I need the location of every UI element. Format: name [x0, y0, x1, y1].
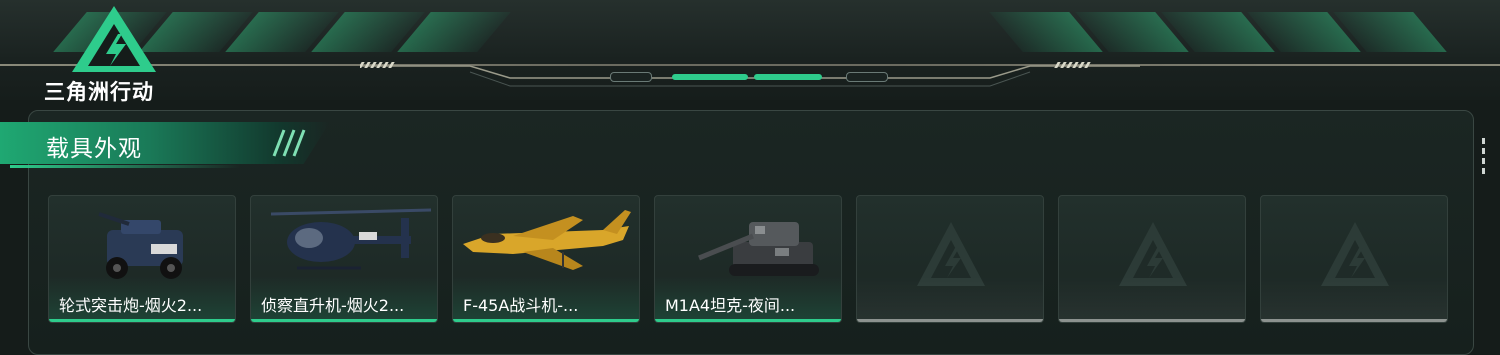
vehicle-name: F-45A战斗机-...: [463, 296, 579, 315]
equipped-indicator: [655, 319, 841, 322]
page-indicator: [610, 72, 910, 82]
empty-slot-indicator: [857, 319, 1043, 322]
empty-vehicle-slot-3[interactable]: [1260, 195, 1448, 323]
empty-vehicle-slot-2[interactable]: [1058, 195, 1246, 323]
game-logo: 三角洲行动: [44, 4, 184, 104]
scroll-indicator[interactable]: [1482, 138, 1486, 178]
vehicle-name: M1A4坦克-夜间...: [665, 296, 796, 315]
vehicle-card-2[interactable]: 侦察直升机-烟火2...: [250, 195, 438, 323]
vehicle-card-4[interactable]: M1A4坦克-夜间...: [654, 195, 842, 323]
right-stripes-decoration: [989, 12, 1447, 52]
top-banner: [0, 0, 1500, 100]
section-underline: [10, 165, 240, 168]
vehicle-name: 轮式突击炮-烟火2...: [59, 296, 203, 315]
empty-slot-indicator: [1059, 319, 1245, 322]
vehicle-card-3[interactable]: F-45A战斗机-...: [452, 195, 640, 323]
vehicle-name: 侦察直升机-烟火2...: [261, 296, 405, 315]
slash-decoration-icon: [272, 129, 306, 157]
vehicle-card-1[interactable]: 轮式突击炮-烟火2...: [48, 195, 236, 323]
empty-vehicle-slot-1[interactable]: [856, 195, 1044, 323]
delta-logo-icon: [72, 6, 156, 72]
section-title: 载具外观: [46, 136, 142, 162]
equipped-indicator: [49, 319, 235, 322]
empty-slot-indicator: [1261, 319, 1447, 322]
game-title: 三角洲行动: [44, 80, 154, 104]
equipped-indicator: [453, 319, 639, 322]
equipped-indicator: [251, 319, 437, 322]
